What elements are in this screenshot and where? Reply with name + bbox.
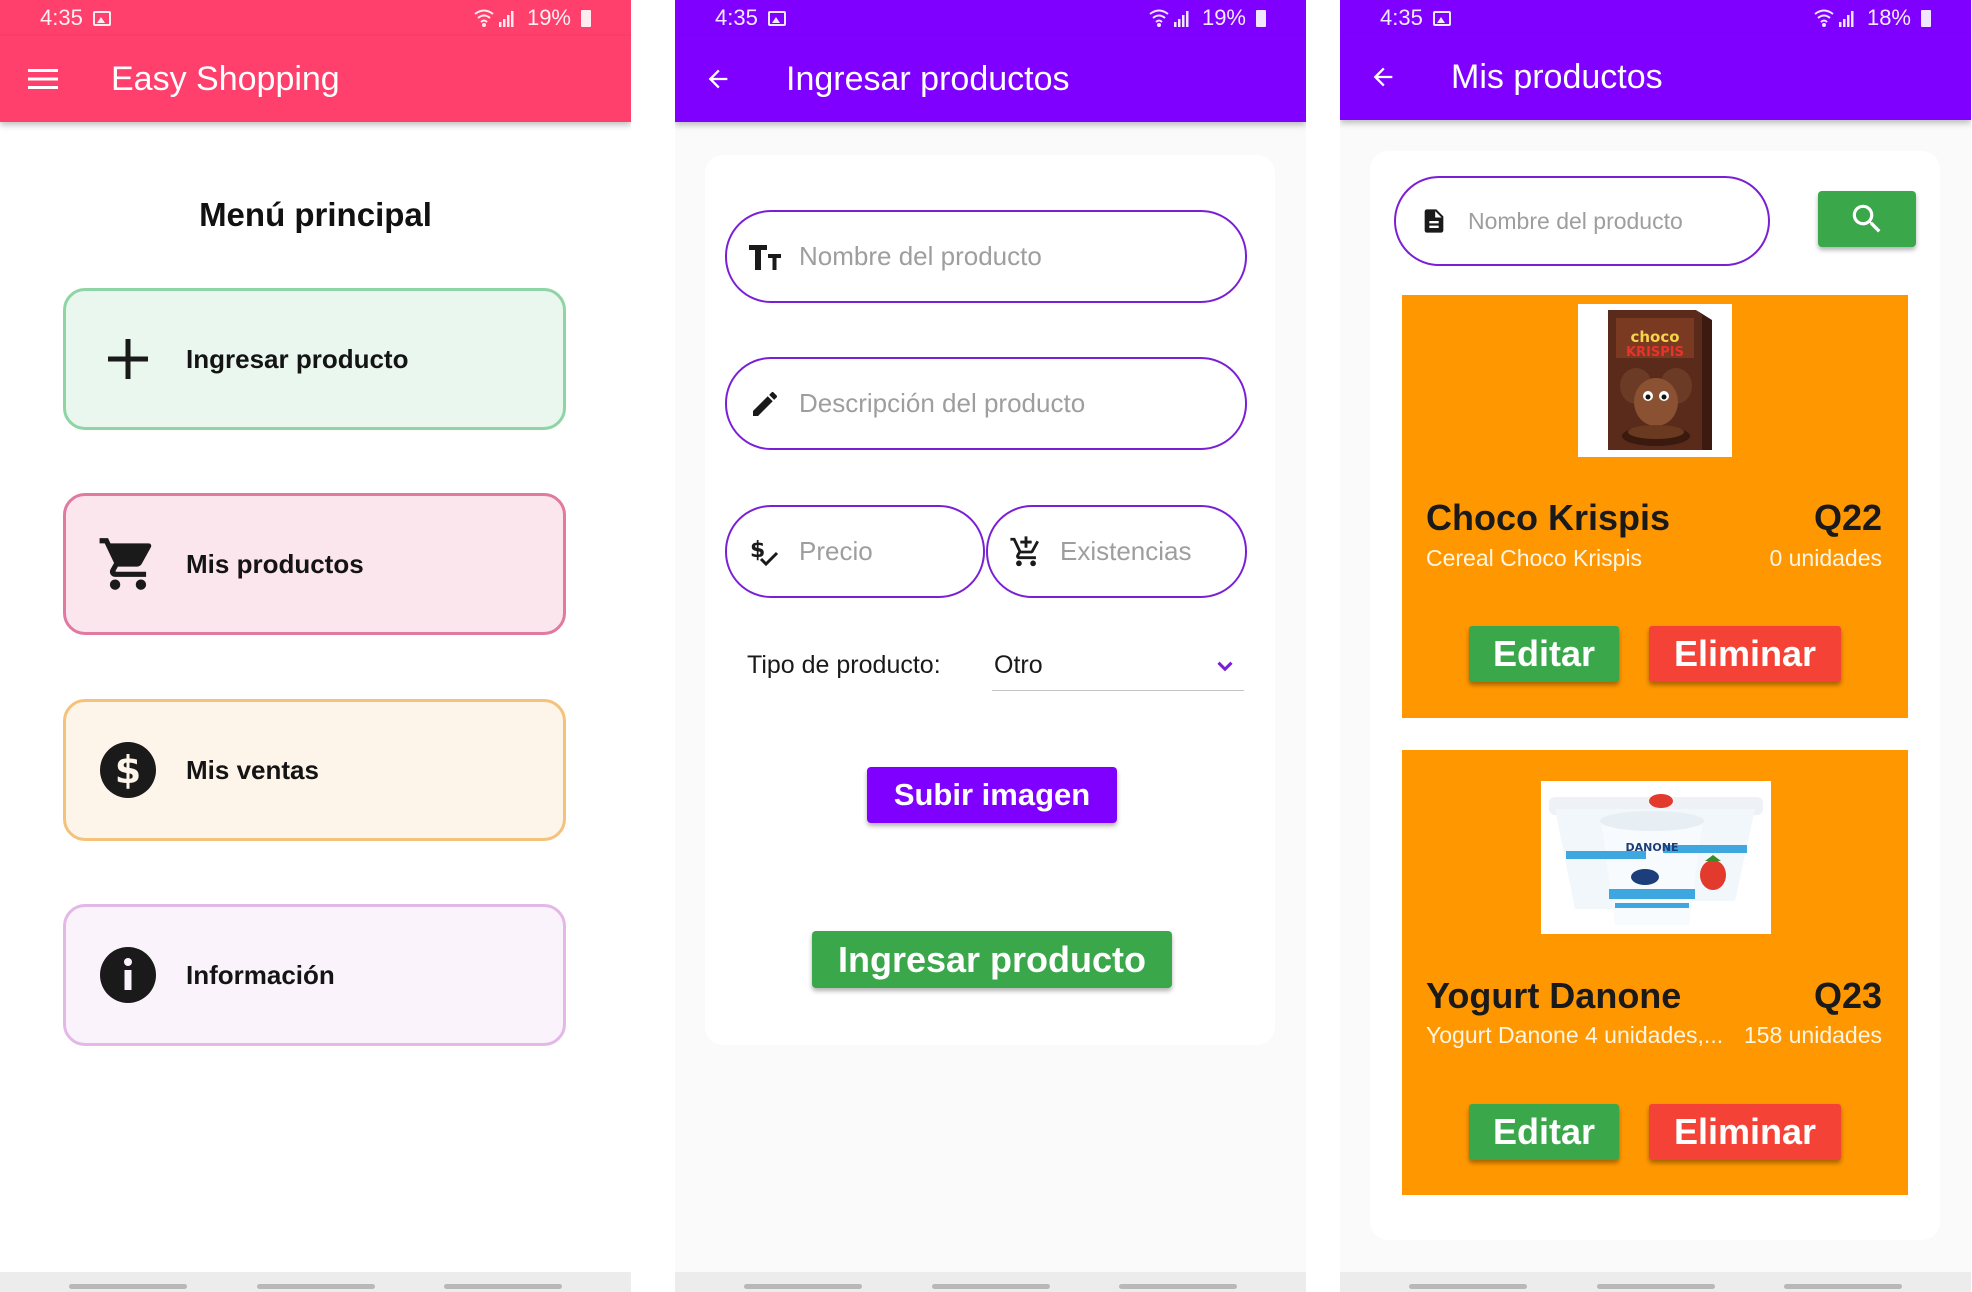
plus-icon xyxy=(96,327,160,391)
stock-placeholder: Existencias xyxy=(1060,536,1192,566)
battery-level: 19% xyxy=(526,5,571,30)
gesture-bar xyxy=(1340,1272,1971,1292)
image-notification-icon xyxy=(1432,10,1451,26)
yogurt-cups-image: DANONE xyxy=(1541,781,1771,934)
product-price: Q22 xyxy=(1813,497,1882,538)
product-type-label: Tipo de producto: xyxy=(747,651,941,679)
page-title: Menú principal xyxy=(199,196,432,233)
app-bar: Ingresar productos xyxy=(675,36,1306,122)
product-description: Cereal Choco Krispis xyxy=(1426,545,1643,571)
battery-icon xyxy=(1921,9,1931,27)
search-placeholder: Nombre del producto xyxy=(1468,207,1683,234)
document-icon xyxy=(1414,201,1454,241)
status-bar: 4:35 19% xyxy=(0,0,631,36)
image-notification-icon xyxy=(92,10,111,26)
svg-text:choco: choco xyxy=(1630,328,1679,346)
product-price: Q23 xyxy=(1813,975,1882,1016)
product-card: DANONE Yogurt Danone Q23 Yogurt Danone 4… xyxy=(1402,750,1908,1195)
screen-ingresar-productos: 4:35 19% Ingresar productos Nombre del p… xyxy=(675,0,1306,1292)
menu-item-mis-productos[interactable]: Mis productos xyxy=(63,493,566,635)
product-name-field[interactable]: Nombre del producto xyxy=(725,210,1247,303)
menu-item-label: Mis ventas xyxy=(186,754,319,785)
product-name: Yogurt Danone xyxy=(1426,975,1682,1016)
screen-mis-productos: 4:35 18% Mis productos Nombre del produc… xyxy=(1340,0,1971,1292)
product-type-value: Otro xyxy=(994,651,1043,679)
menu-item-mis-ventas[interactable]: $ Mis ventas xyxy=(63,699,566,841)
price-check-icon: $ xyxy=(745,532,785,572)
status-bar: 4:35 19% xyxy=(675,0,1306,36)
product-form: Nombre del producto Descripción del prod… xyxy=(705,155,1275,1045)
product-stock: 0 unidades xyxy=(1769,545,1882,571)
svg-text:$: $ xyxy=(115,748,141,792)
back-button[interactable] xyxy=(675,36,761,122)
search-icon xyxy=(1852,204,1881,233)
wifi-signal-icon xyxy=(474,9,514,27)
price-field[interactable]: $ Precio xyxy=(725,505,985,598)
product-name: Choco Krispis xyxy=(1426,497,1671,538)
status-time: 4:35 xyxy=(40,5,83,30)
app-bar: Easy Shopping xyxy=(0,36,631,122)
product-description-field[interactable]: Descripción del producto xyxy=(725,357,1247,450)
svg-text:KRISPIS: KRISPIS xyxy=(1626,345,1684,360)
search-input[interactable]: Nombre del producto xyxy=(1394,176,1770,266)
hamburger-icon xyxy=(28,69,58,89)
status-time: 4:35 xyxy=(715,5,758,30)
menu-item-label: Información xyxy=(186,959,335,990)
arrow-back-icon xyxy=(1373,67,1393,87)
stock-field[interactable]: Existencias xyxy=(986,505,1247,598)
add-shopping-cart-icon xyxy=(1006,532,1046,572)
edit-button[interactable]: Editar xyxy=(1469,626,1619,682)
app-bar: Mis productos xyxy=(1340,34,1971,120)
price-placeholder: Precio xyxy=(799,536,873,566)
text-fields-icon xyxy=(745,237,785,277)
screen-main-menu: 4:35 19% Easy Shopping Menú principal In… xyxy=(0,0,631,1292)
arrow-back-icon xyxy=(708,69,728,89)
menu-button[interactable] xyxy=(0,36,86,122)
product-list: Nombre del producto choco KRISPIS Choco … xyxy=(1370,151,1940,1240)
product-type-dropdown[interactable]: Otro xyxy=(992,641,1244,691)
product-card: choco KRISPIS Choco Krispis Q22 Cereal C… xyxy=(1402,295,1908,718)
upload-image-button[interactable]: Subir imagen xyxy=(867,767,1117,823)
product-image: DANONE xyxy=(1541,781,1771,934)
battery-level: 18% xyxy=(1866,5,1911,30)
page-title: Mis productos xyxy=(1451,57,1663,96)
product-description: Yogurt Danone 4 unidades,... xyxy=(1426,1022,1724,1048)
delete-button[interactable]: Eliminar xyxy=(1649,626,1841,682)
back-button[interactable] xyxy=(1340,34,1426,120)
dollar-icon: $ xyxy=(96,738,160,802)
delete-button[interactable]: Eliminar xyxy=(1649,1104,1841,1160)
menu-item-ingresar-producto[interactable]: Ingresar producto xyxy=(63,288,566,430)
product-stock: 158 unidades xyxy=(1743,1022,1882,1048)
edit-button[interactable]: Editar xyxy=(1469,1104,1619,1160)
info-icon xyxy=(96,943,160,1007)
submit-product-button[interactable]: Ingresar producto xyxy=(812,931,1172,988)
wifi-signal-icon xyxy=(1149,9,1189,27)
product-description-placeholder: Descripción del producto xyxy=(799,388,1086,418)
cereal-box-image: choco KRISPIS xyxy=(1578,304,1732,457)
status-time: 4:35 xyxy=(1380,5,1423,30)
menu-item-label: Mis productos xyxy=(186,548,364,579)
app-title: Easy Shopping xyxy=(111,59,340,98)
battery-icon xyxy=(581,9,591,27)
battery-level: 19% xyxy=(1201,5,1246,30)
gesture-bar xyxy=(675,1272,1306,1292)
battery-icon xyxy=(1256,9,1266,27)
menu-item-informacion[interactable]: Información xyxy=(63,904,566,1046)
svg-text:DANONE: DANONE xyxy=(1626,841,1679,854)
wifi-signal-icon xyxy=(1814,9,1854,27)
product-name-placeholder: Nombre del producto xyxy=(799,241,1042,271)
cart-icon xyxy=(96,532,160,596)
menu-item-label: Ingresar producto xyxy=(186,343,409,374)
edit-pencil-icon xyxy=(745,384,785,424)
product-image: choco KRISPIS xyxy=(1578,304,1732,457)
page-title: Ingresar productos xyxy=(786,59,1070,98)
search-button[interactable] xyxy=(1818,191,1916,247)
chevron-down-icon xyxy=(1217,661,1233,671)
gesture-bar xyxy=(0,1272,631,1292)
status-bar: 4:35 18% xyxy=(1340,0,1971,36)
image-notification-icon xyxy=(767,10,786,26)
